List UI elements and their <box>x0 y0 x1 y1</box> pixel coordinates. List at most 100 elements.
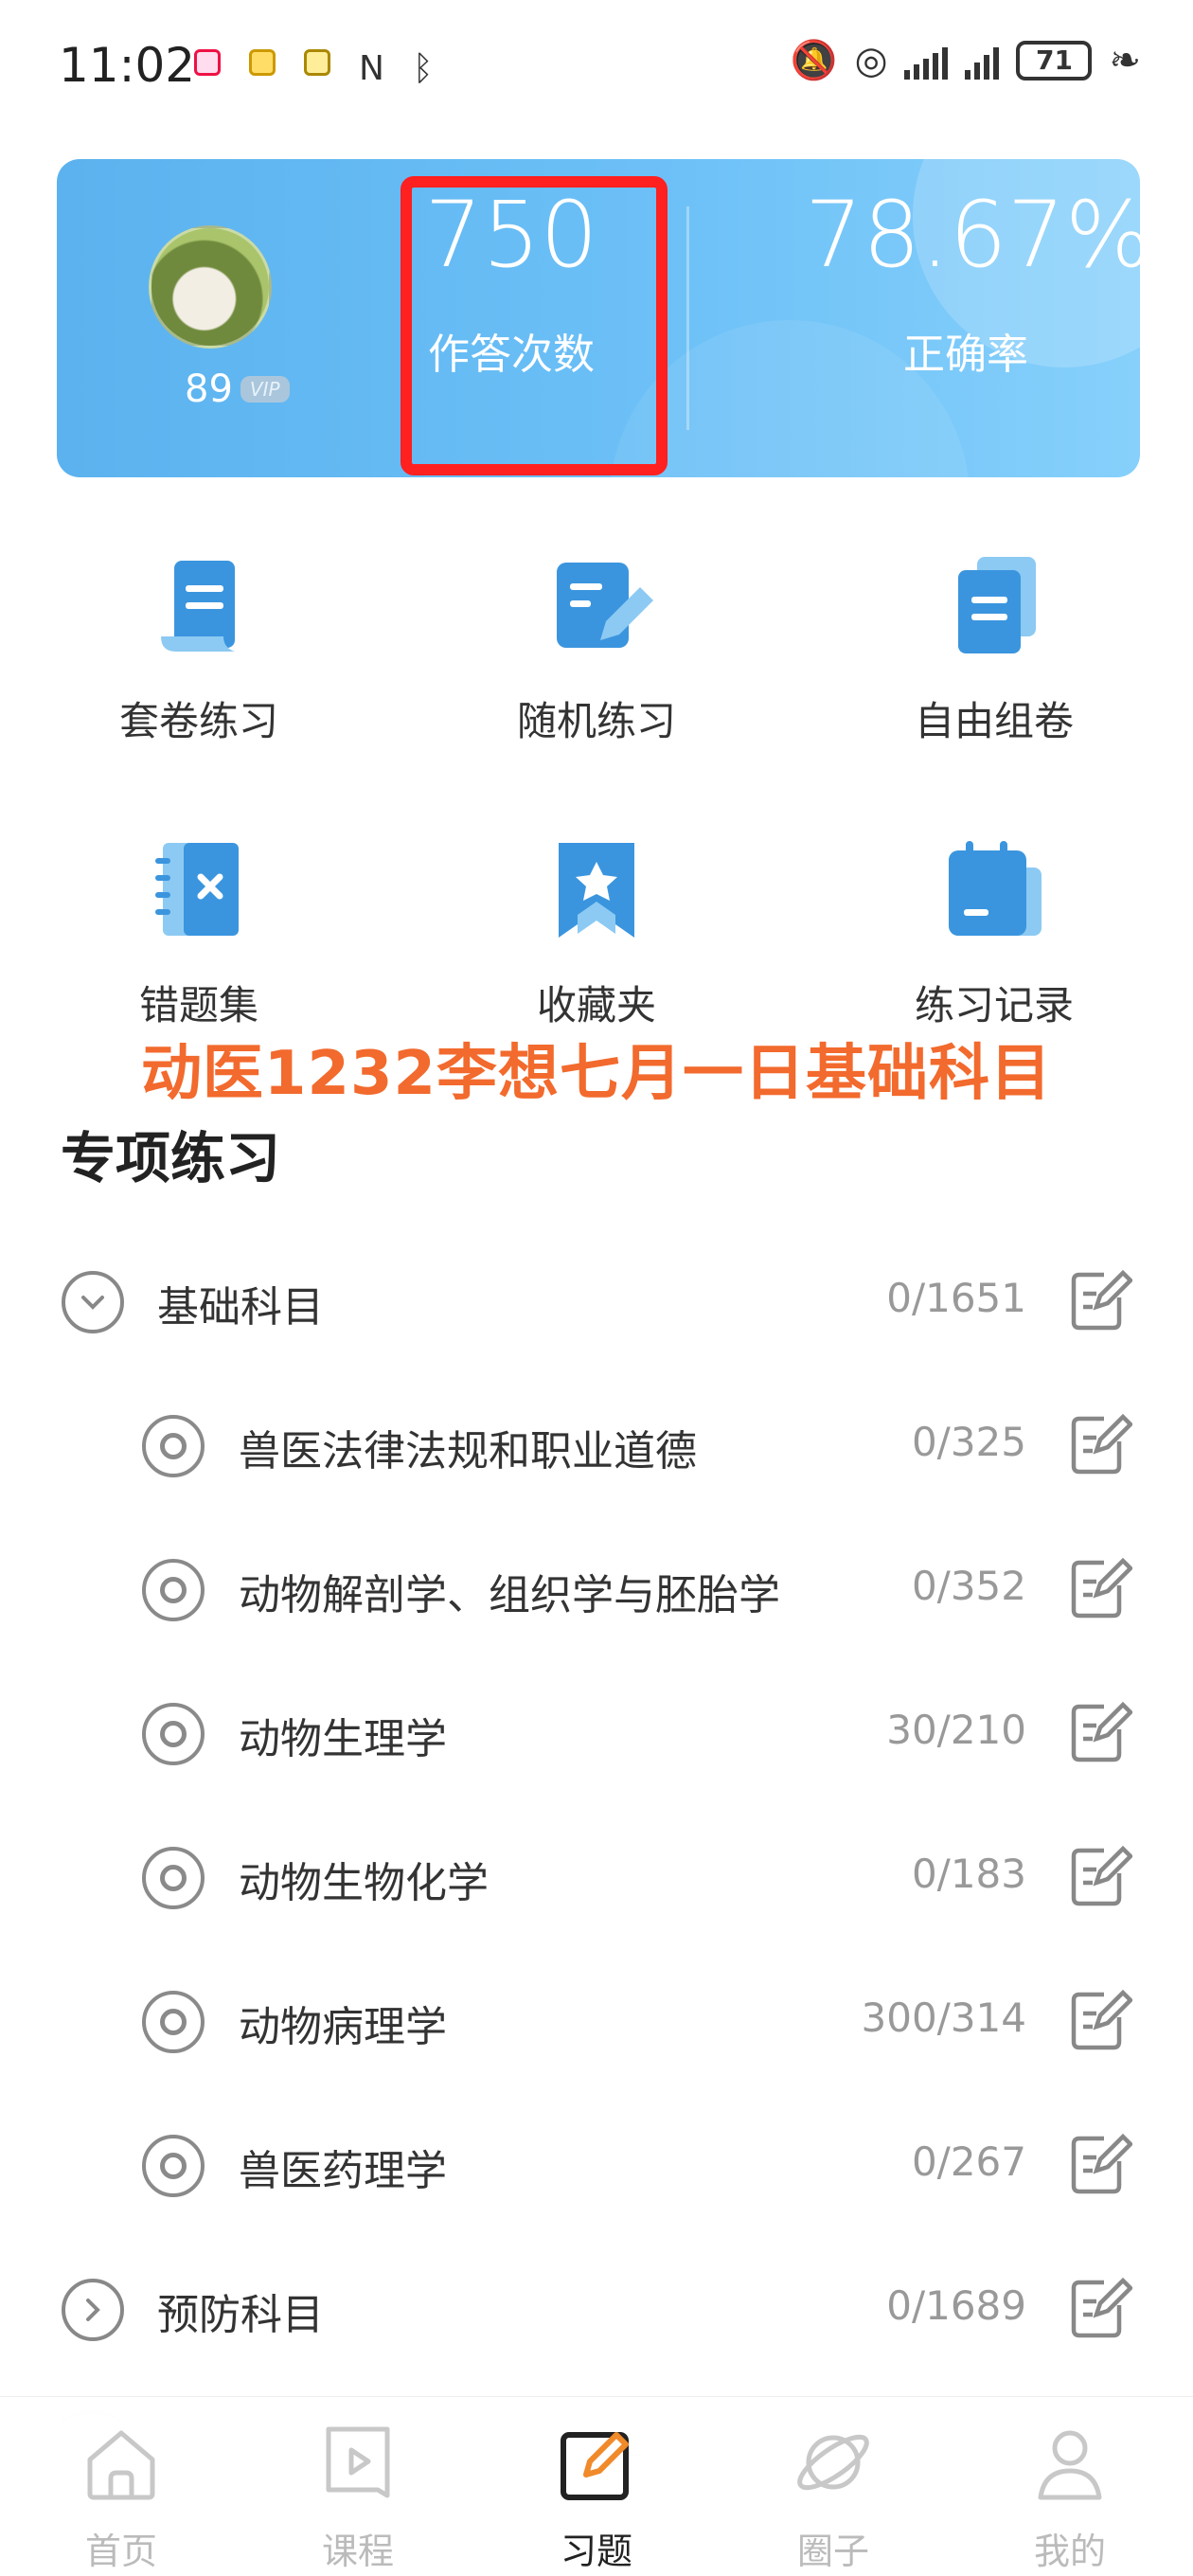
stack-doc-icon <box>958 557 1036 653</box>
app-notification-icon <box>194 49 221 76</box>
avatar[interactable] <box>149 225 272 349</box>
func-label: 错题集 <box>138 982 258 1029</box>
subject-name: 动物病理学 <box>239 2003 447 2051</box>
bookmark-star-icon <box>559 843 634 938</box>
radio-icon <box>142 1415 205 1477</box>
subject-count: 0/1651 <box>886 1275 1026 1321</box>
status-bar: 11:02 N ᛒ 🔕 ◎ 71 ❧ <box>0 0 1193 133</box>
nfc-icon: N <box>359 49 384 88</box>
section-title: 专项练习 <box>61 1126 281 1190</box>
edit-icon[interactable] <box>1070 1265 1132 1332</box>
subject-row[interactable]: 动物生理学 30/210 <box>0 1665 1193 1807</box>
expand-toggle[interactable] <box>62 2279 124 2341</box>
subject-row[interactable]: 动物解剖学、组织学与胚胎学 0/352 <box>0 1521 1193 1663</box>
subject-row-basic[interactable]: 基础科目 0/1651 <box>0 1233 1193 1375</box>
level-number: 89 <box>185 367 233 411</box>
edit-icon[interactable] <box>1070 1697 1132 1763</box>
vip-badge: VIP <box>240 376 290 402</box>
subject-name: 预防科目 <box>157 2291 324 2339</box>
subject-count: 0/325 <box>911 1419 1026 1465</box>
battery-icon: 71 <box>1016 40 1093 80</box>
stats-card: 89 VIP 750 作答次数 78.67% 正确率 <box>57 159 1140 477</box>
watermark-text: 动医1232李想七月一日基础科目 <box>140 1039 1053 1109</box>
radio-icon <box>142 1703 205 1765</box>
func-wrong-questions[interactable]: 错题集 <box>57 833 341 1031</box>
subject-name: 动物生物化学 <box>239 1859 489 1907</box>
answer-count-stat[interactable]: 750 作答次数 <box>417 178 606 381</box>
nav-home[interactable]: 首页 <box>45 2420 197 2574</box>
notification-icons: N ᛒ <box>194 49 434 88</box>
profile-icon <box>1038 2430 1102 2500</box>
func-label: 收藏夹 <box>536 982 656 1029</box>
subject-name: 基础科目 <box>157 1283 324 1332</box>
edit-icon[interactable] <box>1070 2129 1132 2195</box>
nav-label: 我的 <box>1033 2531 1106 2572</box>
radio-icon <box>142 1991 205 2053</box>
subject-row[interactable]: 兽医法律法规和职业道德 0/325 <box>0 1377 1193 1519</box>
home-icon <box>87 2430 155 2500</box>
func-label: 随机练习 <box>516 698 676 744</box>
chevron-right-icon <box>86 2299 100 2321</box>
subject-count: 0/1689 <box>886 2282 1026 2329</box>
func-label: 套卷练习 <box>118 698 278 744</box>
func-practice-records[interactable]: 练习记录 <box>852 833 1136 1031</box>
system-indicators: 🔕 ◎ 71 ❧ <box>790 38 1141 83</box>
edit-exercise-icon <box>561 2432 629 2500</box>
hotspot-icon: ◎ <box>854 38 888 82</box>
subject-name: 兽医法律法规和职业道德 <box>239 1427 697 1476</box>
edit-icon[interactable] <box>1070 1985 1132 2051</box>
subject-count: 30/210 <box>886 1707 1026 1753</box>
func-random-practice[interactable]: 随机练习 <box>454 549 739 747</box>
func-label: 练习记录 <box>914 982 1074 1029</box>
radio-icon <box>142 1847 205 1909</box>
battery-level: 71 <box>1036 44 1073 76</box>
nav-label: 习题 <box>560 2531 632 2572</box>
func-favorites[interactable]: 收藏夹 <box>454 833 739 1031</box>
func-paper-practice[interactable]: 套卷练习 <box>57 549 341 747</box>
divider <box>686 206 689 430</box>
nav-label: 圈子 <box>796 2531 869 2572</box>
subject-count: 0/183 <box>911 1851 1026 1897</box>
calendar-record-icon <box>949 841 1042 936</box>
leaf-icon: ❧ <box>1109 38 1141 82</box>
nav-profile[interactable]: 我的 <box>994 2420 1146 2574</box>
accuracy-label: 正确率 <box>903 331 1028 379</box>
user-level: 89 VIP <box>185 367 290 411</box>
mute-bell-icon: 🔕 <box>790 39 838 82</box>
chevron-down-icon <box>81 1296 104 1310</box>
bottom-nav: 首页 课程 习题 圈子 我的 <box>0 2396 1193 2576</box>
edit-doc-icon <box>557 563 653 648</box>
nav-course[interactable]: 课程 <box>282 2420 434 2574</box>
subject-count: 300/314 <box>861 1995 1026 2041</box>
signal-1-icon <box>904 42 949 80</box>
edit-icon[interactable] <box>1070 1841 1132 1907</box>
subject-count: 0/267 <box>911 2138 1026 2185</box>
wrong-notebook-icon <box>155 843 239 936</box>
edit-icon[interactable] <box>1070 1409 1132 1476</box>
app-notification-icon <box>249 49 276 76</box>
edit-icon[interactable] <box>1070 1553 1132 1619</box>
subject-row[interactable]: 动物生物化学 0/183 <box>0 1809 1193 1951</box>
subject-row[interactable]: 动物病理学 300/314 <box>0 1953 1193 2095</box>
answer-count-value: 750 <box>424 182 598 288</box>
collapse-toggle[interactable] <box>62 1271 124 1333</box>
func-custom-paper[interactable]: 自由组卷 <box>852 549 1136 747</box>
subject-name: 兽医药理学 <box>239 2147 447 2195</box>
scroll-doc-icon <box>161 561 235 652</box>
answer-count-label: 作答次数 <box>428 331 595 379</box>
accuracy-value: 78.67% <box>805 182 1140 288</box>
planet-icon <box>797 2434 869 2491</box>
subject-row[interactable]: 兽医药理学 0/267 <box>0 2097 1193 2239</box>
nav-exercises[interactable]: 习题 <box>521 2420 672 2574</box>
nav-label: 首页 <box>84 2531 157 2572</box>
accuracy-stat[interactable]: 78.67% 正确率 <box>805 178 1140 381</box>
subject-count: 0/352 <box>911 1563 1026 1609</box>
radio-icon <box>142 2135 205 2197</box>
nav-circle[interactable]: 圈子 <box>757 2420 909 2574</box>
subject-name: 动物生理学 <box>239 1715 447 1763</box>
bluetooth-icon: ᛒ <box>412 49 434 88</box>
nav-label: 课程 <box>321 2531 394 2572</box>
subject-row-prevention[interactable]: 预防科目 0/1689 <box>0 2241 1193 2383</box>
radio-icon <box>142 1559 205 1621</box>
edit-icon[interactable] <box>1070 2273 1132 2339</box>
